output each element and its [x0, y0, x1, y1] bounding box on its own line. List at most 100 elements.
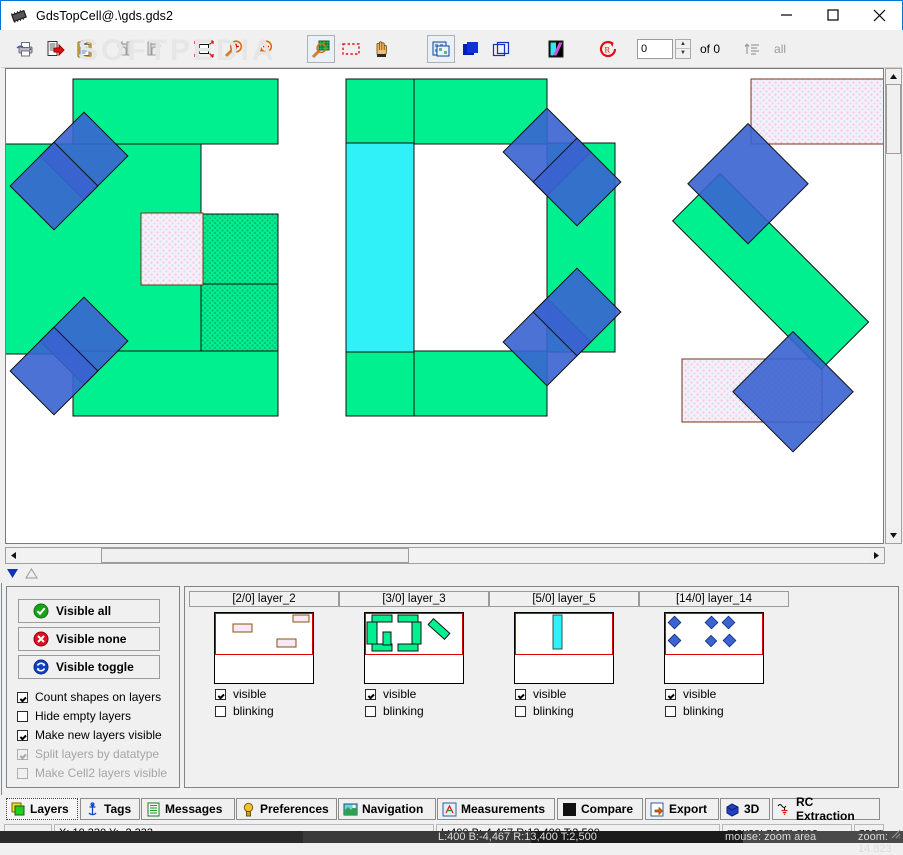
spinner-up-icon[interactable]: ▲ [676, 40, 690, 49]
export-icon [650, 802, 665, 817]
splitter-collapse-icon[interactable] [6, 568, 19, 582]
tab-measurements[interactable]: Measurements [437, 798, 555, 820]
checkbox-box[interactable] [665, 688, 676, 700]
circuit-icon [777, 802, 792, 817]
scroll-up-button[interactable] [886, 69, 901, 84]
layer-visible-label-5: visible [533, 687, 567, 701]
step-forward-icon[interactable] [140, 35, 168, 63]
tab-preferences[interactable]: Preferences [236, 798, 337, 820]
count-shapes-label: Count shapes on layers [35, 690, 162, 704]
bottom-tab-bar: Layers Tags Messages Preferences Navigat… [0, 795, 903, 823]
checkbox-box[interactable] [515, 688, 526, 700]
close-button[interactable] [856, 1, 902, 30]
zoom-out-icon[interactable] [250, 35, 278, 63]
vertical-scroll-thumb[interactable] [886, 84, 901, 154]
maximize-button[interactable] [810, 1, 856, 30]
layer-blinking-checkbox-5[interactable]: blinking [515, 704, 639, 718]
print-icon[interactable] [11, 35, 39, 63]
tab-3d[interactable]: 3D [720, 798, 770, 820]
layers-icon[interactable] [427, 34, 455, 63]
split-datatype-checkbox: Split layers by datatype [17, 747, 159, 761]
tab-export[interactable]: Export [645, 798, 719, 820]
spinner-down-icon[interactable]: ▼ [676, 49, 690, 58]
layer-blinking-label-14: blinking [683, 704, 724, 718]
checkbox-box[interactable] [17, 729, 28, 741]
canvas-area [1, 68, 902, 565]
fill-icon[interactable] [457, 35, 485, 63]
checkbox-box[interactable] [215, 705, 226, 717]
layer-blinking-checkbox-3[interactable]: blinking [365, 704, 489, 718]
checkbox-box[interactable] [215, 688, 226, 700]
pan-hand-icon[interactable] [367, 35, 395, 63]
layer-blinking-checkbox-2[interactable]: blinking [215, 704, 339, 718]
step-back-icon[interactable] [110, 35, 138, 63]
zoom-area-icon[interactable] [307, 34, 335, 63]
horizontal-scroll-track[interactable] [21, 548, 869, 563]
visible-all-button[interactable]: Visible all [18, 599, 160, 623]
layer-thumbnail-5[interactable] [514, 612, 614, 684]
tab-messages[interactable]: Messages [141, 798, 235, 820]
cell2-visible-label: Make Cell2 layers visible [35, 766, 168, 780]
scroll-down-button[interactable] [886, 528, 901, 543]
checkbox-box[interactable] [365, 688, 376, 700]
tab-rc-extraction[interactable]: RC Extraction [772, 795, 880, 823]
frame-icon[interactable] [487, 35, 515, 63]
checkbox-box[interactable] [515, 705, 526, 717]
tab-layers-label: Layers [30, 802, 69, 816]
layer-visible-checkbox-2[interactable]: visible [215, 687, 339, 701]
panel-splitter[interactable] [1, 566, 902, 583]
layer-thumbnail-14[interactable] [664, 612, 764, 684]
layer-title-3[interactable]: [3/0] layer_3 [339, 591, 489, 607]
refresh-icon[interactable]: R [594, 35, 622, 63]
layer-thumbnail-2[interactable] [214, 612, 314, 684]
zoom-fit-icon[interactable] [190, 35, 218, 63]
tab-navigation[interactable]: Navigation [338, 798, 436, 820]
layer-visible-checkbox-14[interactable]: visible [665, 687, 789, 701]
page-spinner[interactable]: ▲ ▼ [675, 38, 691, 59]
layer-visible-label-14: visible [683, 687, 717, 701]
tab-layers[interactable]: Layers [6, 798, 78, 820]
checkbox-box[interactable] [665, 705, 676, 717]
tab-compare[interactable]: Compare [557, 798, 643, 820]
checkbox-box [17, 767, 28, 779]
gds-canvas[interactable] [5, 68, 884, 544]
vertical-scrollbar[interactable] [885, 68, 902, 544]
horizontal-scrollbar[interactable] [5, 547, 885, 564]
export-icon[interactable] [41, 35, 69, 63]
page-number-input[interactable]: 0 [637, 38, 673, 59]
page-total-label: of 0 [700, 41, 721, 56]
minimize-button[interactable] [764, 1, 810, 30]
layer-blinking-checkbox-14[interactable]: blinking [665, 704, 789, 718]
clipboard-icon[interactable] [71, 35, 99, 63]
layer-visible-checkbox-5[interactable]: visible [515, 687, 639, 701]
layer-col-5: [5/0] layer_5 visible blinking [489, 591, 639, 718]
layer-visible-label-2: visible [233, 687, 267, 701]
checkbox-box[interactable] [17, 691, 28, 703]
checkbox-box[interactable] [17, 710, 28, 722]
scroll-left-button[interactable] [6, 548, 21, 563]
status-mouse-text: mouse: zoom area [725, 831, 817, 843]
visible-toggle-button[interactable]: Visible toggle [18, 655, 160, 679]
layer-title-5[interactable]: [5/0] layer_5 [489, 591, 639, 607]
select-rect-icon[interactable] [337, 35, 365, 63]
layer-visible-checkbox-3[interactable]: visible [365, 687, 489, 701]
bulb-icon [241, 802, 256, 817]
layer-title-14[interactable]: [14/0] layer_14 [639, 591, 789, 607]
make-new-visible-checkbox[interactable]: Make new layers visible [17, 728, 162, 742]
zoom-in-icon[interactable] [220, 35, 248, 63]
make-new-visible-label: Make new layers visible [35, 728, 162, 742]
checkbox-box[interactable] [365, 705, 376, 717]
vertical-scroll-track[interactable] [886, 84, 901, 530]
scroll-right-button[interactable] [869, 548, 884, 563]
horizontal-scroll-thumb[interactable] [101, 548, 409, 563]
hide-empty-checkbox[interactable]: Hide empty layers [17, 709, 131, 723]
invert-icon[interactable] [542, 35, 570, 63]
svg-text:R: R [605, 44, 611, 54]
layer-title-2[interactable]: [2/0] layer_2 [189, 591, 339, 607]
layer-thumbnail-3[interactable] [364, 612, 464, 684]
splitter-expand-icon[interactable] [25, 567, 38, 582]
tab-tags[interactable]: Tags [80, 798, 140, 820]
visible-none-button[interactable]: Visible none [18, 627, 160, 651]
resize-grip[interactable] [888, 826, 902, 840]
count-shapes-checkbox[interactable]: Count shapes on layers [17, 690, 161, 704]
